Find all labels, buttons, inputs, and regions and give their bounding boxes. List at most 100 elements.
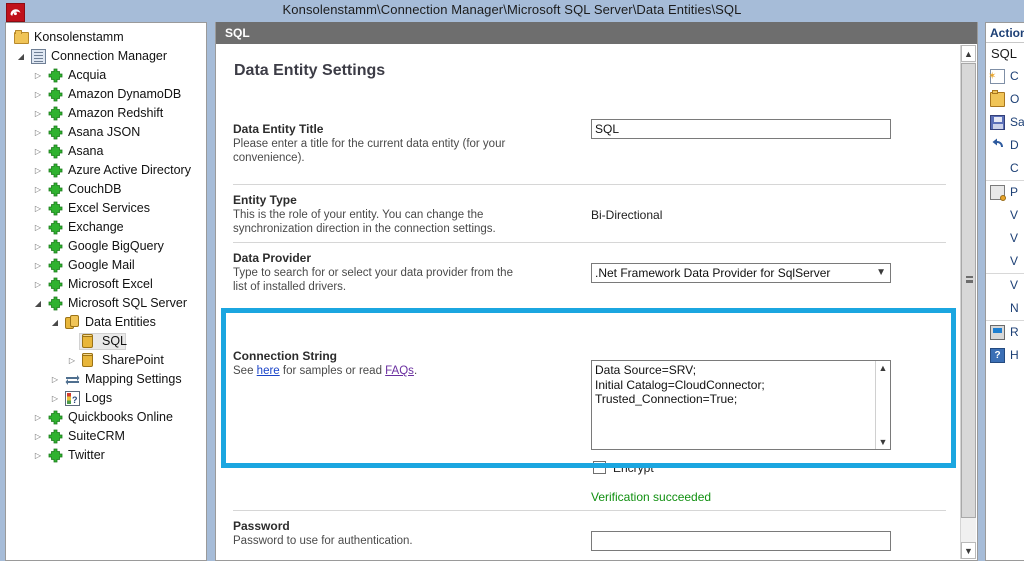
tree-item-label: Twitter <box>68 448 105 462</box>
scroll-up-icon[interactable]: ▲ <box>876 361 890 375</box>
expand-arrow-icon-collapsed[interactable]: ▷ <box>33 218 43 237</box>
tree-item-label: Asana JSON <box>68 125 141 139</box>
expand-arrow-icon-collapsed[interactable]: ▷ <box>33 161 43 180</box>
main-panel-scrollbar[interactable]: ▲ ▼ <box>960 45 976 559</box>
action-item[interactable]: C <box>986 65 1024 88</box>
tree-item-konsolenstamm[interactable]: Konsolenstamm <box>6 28 196 47</box>
action-item[interactable]: ? H <box>986 344 1024 367</box>
tree-item-amazon-dynamodb[interactable]: ▷ Amazon DynamoDB <box>6 85 196 104</box>
data-entity-title-input[interactable] <box>591 119 891 139</box>
connection-string-description: See here for samples or read FAQs. <box>233 364 523 378</box>
expand-arrow-icon-collapsed[interactable]: ▷ <box>33 104 43 123</box>
tree-item-microsoft-sql-server[interactable]: ◢ Microsoft SQL Server <box>6 294 196 313</box>
expand-arrow-icon-open[interactable]: ◢ <box>16 47 26 66</box>
data-provider-select[interactable]: .Net Framework Data Provider for SqlServ… <box>591 263 891 283</box>
tree-item-label: Acquia <box>68 68 107 82</box>
action-item[interactable]: N <box>986 297 1024 320</box>
plug-icon <box>48 410 63 425</box>
expand-arrow-icon-collapsed[interactable]: ▷ <box>50 389 60 408</box>
tree-item-suitecrm[interactable]: ▷ SuiteCRM <box>6 427 196 446</box>
tree-item-sharepoint[interactable]: ▷ SharePoint <box>6 351 196 370</box>
expand-arrow-icon-collapsed[interactable]: ▷ <box>33 427 43 446</box>
tree-item-asana-json[interactable]: ▷ Asana JSON <box>6 123 196 142</box>
save-disk-icon <box>990 115 1005 130</box>
tree-item-label: Connection Manager <box>51 49 168 63</box>
print-preview-icon <box>990 185 1006 201</box>
tree-item-label: CouchDB <box>68 182 122 196</box>
scrollbar-thumb[interactable] <box>961 63 976 518</box>
tree-item-quickbooks-online[interactable]: ▷ Quickbooks Online <box>6 408 196 427</box>
action-item[interactable]: V <box>986 204 1024 227</box>
password-label: Password <box>233 519 290 533</box>
tree-item-couchdb[interactable]: ▷ CouchDB <box>6 180 196 199</box>
tree-item-label: Logs <box>85 391 113 405</box>
tree-item-google-mail[interactable]: ▷ Google Mail <box>6 256 196 275</box>
expand-arrow-icon-collapsed[interactable]: ▷ <box>67 351 77 370</box>
action-item[interactable]: V <box>986 250 1024 273</box>
expand-arrow-icon-collapsed[interactable]: ▷ <box>33 180 43 199</box>
action-item[interactable]: C <box>986 157 1024 180</box>
plug-icon <box>48 106 63 121</box>
action-item[interactable]: R <box>986 320 1024 344</box>
tree-item-logs[interactable]: ▷ Logs <box>6 389 196 410</box>
expand-arrow-icon-collapsed[interactable]: ▷ <box>33 256 43 275</box>
here-link[interactable]: here <box>257 365 280 377</box>
scroll-down-icon[interactable]: ▼ <box>961 542 976 559</box>
tree-item-microsoft-excel[interactable]: ▷ Microsoft Excel <box>6 275 196 294</box>
action-item[interactable]: Sa <box>986 111 1024 134</box>
verification-status: Verification succeeded <box>591 490 712 504</box>
actions-panel-header: Actions <box>986 23 1024 43</box>
tree-item-mapping-settings[interactable]: ▷ Mapping Settings <box>6 370 196 389</box>
open-folder-icon <box>990 90 1005 107</box>
action-item-label: V <box>1010 231 1019 245</box>
actions-context-title: SQL <box>991 46 1018 61</box>
settings-scroll-area: Data Entity Settings Data Entity Title P… <box>217 44 962 559</box>
window-title: Konsolenstamm\Connection Manager\Microso… <box>282 2 742 17</box>
tree-item-twitter[interactable]: ▷ Twitter <box>6 446 196 465</box>
expand-arrow-icon-open[interactable]: ◢ <box>33 294 43 313</box>
action-item[interactable]: V <box>986 273 1024 297</box>
action-item[interactable]: V <box>986 227 1024 250</box>
action-item[interactable]: D <box>986 134 1024 157</box>
main-panel-header: SQL <box>216 22 977 44</box>
tree-item-excel-services[interactable]: ▷ Excel Services <box>6 199 196 218</box>
expand-arrow-icon-collapsed[interactable]: ▷ <box>50 370 60 389</box>
password-input[interactable] <box>591 531 891 551</box>
tree-item-acquia[interactable]: ▷ Acquia <box>6 66 196 85</box>
expand-arrow-icon-collapsed[interactable]: ▷ <box>33 275 43 294</box>
expand-arrow-icon-collapsed[interactable]: ▷ <box>33 123 43 142</box>
faqs-link[interactable]: FAQs <box>385 365 414 377</box>
expand-arrow-icon-collapsed[interactable]: ▷ <box>33 408 43 427</box>
scroll-down-icon[interactable]: ▼ <box>876 435 890 449</box>
tree-item-sql[interactable]: SQL <box>6 332 196 351</box>
expand-arrow-icon-collapsed[interactable]: ▷ <box>33 142 43 161</box>
scroll-up-icon[interactable]: ▲ <box>961 45 976 62</box>
connection-string-scrollbar[interactable]: ▲ ▼ <box>875 361 890 449</box>
tree-item-amazon-redshift[interactable]: ▷ Amazon Redshift <box>6 104 196 123</box>
encrypt-checkbox[interactable] <box>593 461 606 474</box>
tree-item-label: Google Mail <box>68 258 135 272</box>
tree-item-azure-active-directory[interactable]: ▷ Azure Active Directory <box>6 161 196 180</box>
connection-string-textarea[interactable]: Data Source=SRV; Initial Catalog=CloudCo… <box>591 360 891 450</box>
tree-item-google-bigquery[interactable]: ▷ Google BigQuery <box>6 237 196 256</box>
page-title: Data Entity Settings <box>234 62 386 79</box>
navigation-tree-panel[interactable]: Konsolenstamm ◢ Connection Manager ▷ Acquia ▷… <box>5 22 207 561</box>
plug-icon <box>48 429 63 444</box>
expand-arrow-icon-collapsed[interactable]: ▷ <box>33 237 43 256</box>
plug-icon <box>48 220 63 235</box>
action-item[interactable]: O <box>986 88 1024 111</box>
expand-arrow-icon-collapsed[interactable]: ▷ <box>33 85 43 104</box>
expand-arrow-icon-collapsed[interactable]: ▷ <box>33 199 43 218</box>
expand-arrow-icon-open[interactable]: ◢ <box>50 313 60 332</box>
logs-icon <box>65 391 80 410</box>
tree-item-asana[interactable]: ▷ Asana <box>6 142 196 161</box>
data-provider-selected-value: .Net Framework Data Provider for SqlServ… <box>595 266 831 280</box>
tree-item-label: Asana <box>68 144 104 158</box>
tree-item-connection-manager[interactable]: ◢ Connection Manager <box>6 47 196 66</box>
tree-item-exchange[interactable]: ▷ Exchange <box>6 218 196 237</box>
expand-arrow-icon-collapsed[interactable]: ▷ <box>33 446 43 465</box>
encrypt-label: Encrypt <box>613 461 654 475</box>
tree-item-data-entities[interactable]: ◢ Data Entities <box>6 313 196 332</box>
action-item[interactable]: P <box>986 180 1024 204</box>
expand-arrow-icon-collapsed[interactable]: ▷ <box>33 66 43 85</box>
